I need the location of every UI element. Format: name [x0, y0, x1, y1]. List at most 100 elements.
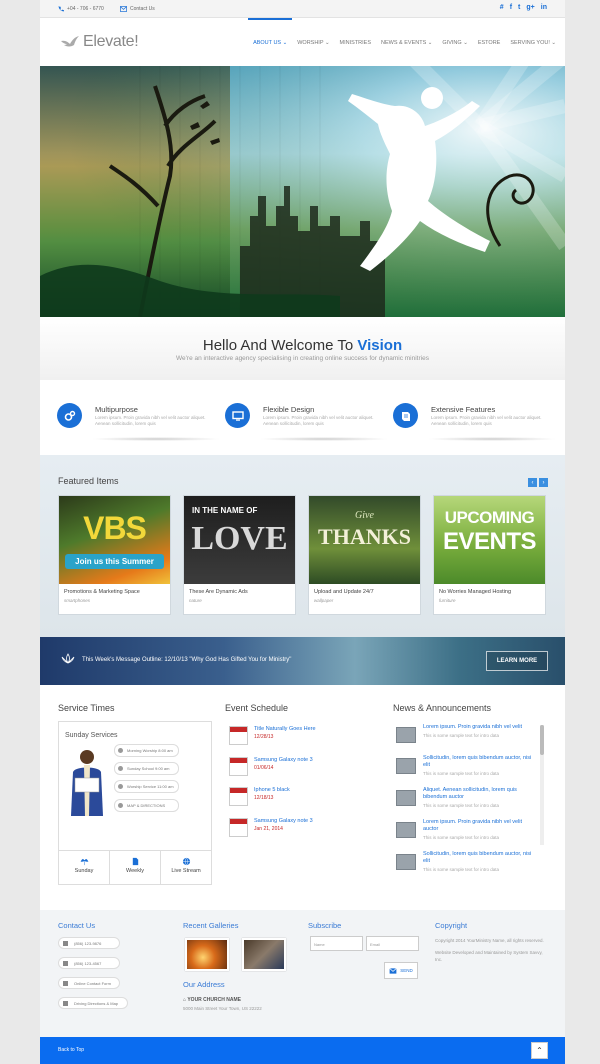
map-directions-button[interactable]: MAP & DIRECTIONS: [114, 799, 179, 812]
event-title: Iphone 5 black: [254, 787, 290, 793]
recent-galleries-heading: Recent Galleries: [183, 921, 239, 930]
nav-ministries-label: MINISTRIES: [339, 40, 372, 46]
featured-image-subtext: Give: [355, 510, 374, 521]
banner-text: This Week's Message Outline: 12/10/13 "W…: [82, 657, 292, 663]
name-field[interactable]: Name: [310, 936, 363, 951]
contact-form-label: Online Contact Form: [74, 980, 111, 986]
service-times-heading: Service Times: [58, 703, 115, 713]
google-plus-icon[interactable]: g+: [526, 4, 534, 11]
nav-estore[interactable]: ESTORE: [473, 40, 506, 52]
pastor-image: [71, 750, 103, 816]
phone-button[interactable]: (856) 123-9876: [58, 937, 120, 949]
worship-service-button[interactable]: Worship Service 11:00 am: [114, 780, 179, 793]
linkedin-icon[interactable]: in: [541, 4, 547, 11]
tab-sunday-label: Sunday: [74, 868, 94, 874]
phone-icon: [58, 6, 64, 12]
chevron-down-icon: ⌄: [427, 40, 433, 46]
tab-weekly[interactable]: Weekly: [110, 851, 161, 884]
nav-news-events[interactable]: NEWS & EVENTS ⌄: [376, 40, 437, 52]
feature-desc: Lorem ipsum. Proin gravida nibh vel veli…: [95, 415, 206, 426]
featured-card[interactable]: VBS Join us this Summer Promotions & Mar…: [58, 495, 171, 615]
featured-image-events: UPCOMING EVENTS: [434, 496, 545, 584]
featured-card[interactable]: Give THANKS Upload and Update 24/7 wallp…: [308, 495, 421, 615]
phone-button-label: (856) 123-9876: [74, 940, 102, 946]
chevron-up-icon: ⌃: [536, 1046, 543, 1055]
featured-title: These Are Dynamic Ads: [189, 589, 248, 595]
gallery-thumbnail[interactable]: [185, 938, 229, 971]
tab-live-stream[interactable]: Live Stream: [161, 851, 211, 884]
footer: Contact Us (856) 123-9876 (856) 123-4567…: [40, 910, 565, 1037]
event-item[interactable]: Samsung Galaxy note 3 Jan 21, 2014: [229, 818, 349, 840]
nav-worship[interactable]: WORSHIP ⌄: [292, 40, 334, 52]
morning-worship-button[interactable]: Morning Worship 8:00 am: [114, 744, 179, 757]
featured-image-subtext: IN THE NAME OF: [192, 506, 258, 515]
chevron-right-icon[interactable]: ›: [539, 478, 548, 487]
directions-button[interactable]: Driving Directions & Map: [58, 997, 128, 1009]
gallery-thumbnail[interactable]: [242, 938, 286, 971]
news-list: Lorem ipsum. Proin gravida nibh vel veli…: [393, 722, 548, 885]
learn-more-button[interactable]: LEARN MORE: [486, 651, 548, 671]
feature-shadow: [91, 437, 221, 441]
hashtag-icon[interactable]: #: [500, 4, 504, 11]
news-item[interactable]: Aliquet. Aenean sollicitudin, lorem quis…: [393, 787, 543, 817]
news-thumbnail: [396, 854, 416, 870]
news-item[interactable]: Lorem ipsum. Proin gravida nibh vel veli…: [393, 819, 543, 849]
cogs-icon: [57, 403, 82, 428]
event-date: Jan 21, 2014: [254, 826, 283, 832]
chevron-left-icon[interactable]: ‹: [528, 478, 537, 487]
twitter-icon[interactable]: t: [518, 4, 520, 11]
scrollbar-thumb[interactable]: [540, 725, 544, 755]
send-button[interactable]: SEND: [384, 962, 418, 979]
event-item[interactable]: Samsung Galaxy note 3 01/06/14: [229, 757, 349, 779]
featured-title: Promotions & Marketing Space: [64, 589, 140, 595]
event-item[interactable]: Title Naturally Goes Here 12/28/13: [229, 726, 349, 748]
copyright-text: Copyright 2014 YourMinistry Name, all ri…: [435, 937, 550, 963]
event-date: 01/06/14: [254, 765, 274, 771]
featured-items-section: Featured Items ‹ › VBS Join us this Summ…: [40, 455, 565, 637]
document-icon: [132, 857, 138, 866]
featured-image-text: EVENTS: [442, 528, 537, 555]
tab-sunday[interactable]: Sunday: [59, 851, 110, 884]
scroll-top-button[interactable]: ⌃: [531, 1042, 548, 1059]
contact-form-button[interactable]: Online Contact Form: [58, 977, 120, 989]
phone-icon: [63, 941, 68, 946]
feature-desc: Lorem ipsum. Proin gravida nibh vel veli…: [263, 415, 374, 426]
hero-slider[interactable]: [40, 66, 565, 317]
phone-number: +04 - 706 - 6770: [67, 6, 104, 12]
feature-title: Flexible Design: [263, 405, 315, 414]
logo[interactable]: Elevate!: [60, 33, 139, 51]
book-icon: [393, 403, 418, 428]
nav-ministries[interactable]: MINISTRIES: [335, 40, 376, 52]
tab-weekly-label: Weekly: [126, 868, 144, 874]
feature-shadow: [427, 437, 557, 441]
nav-giving[interactable]: GIVING ⌄: [437, 40, 472, 52]
church-address: 5000 Main Street Your Town, US 22222: [183, 1006, 262, 1011]
featured-category: nature: [189, 598, 202, 603]
news-title: Sollicitudin, lorem quis bibendum auctor…: [423, 755, 532, 768]
dove-icon: [61, 36, 79, 47]
email-field[interactable]: Email: [366, 936, 419, 951]
facebook-icon[interactable]: f: [510, 4, 512, 11]
event-title: Title Naturally Goes Here: [254, 726, 316, 732]
news-scrollbar[interactable]: [540, 725, 544, 845]
calendar-icon: [229, 726, 248, 745]
sunday-school-button[interactable]: Sunday School 9:00 am: [114, 762, 179, 775]
nav-about-us[interactable]: ABOUT US ⌄: [248, 18, 293, 52]
service-tabs: Sunday Weekly Live Stream: [59, 850, 211, 884]
event-item[interactable]: Iphone 5 black 12/18/13: [229, 787, 349, 809]
nav-worship-label: WORSHIP: [297, 40, 324, 46]
logo-text: Elevate!: [83, 33, 139, 50]
fax-button[interactable]: (856) 123-4567: [58, 957, 120, 969]
contact-link[interactable]: Contact Us: [120, 6, 155, 12]
news-item[interactable]: Sollicitudin, lorem quis bibendum auctor…: [393, 755, 543, 785]
back-to-top-link[interactable]: Back to Top: [58, 1047, 84, 1053]
nav-estore-label: ESTORE: [477, 40, 501, 46]
event-title: Samsung Galaxy note 3: [254, 757, 313, 763]
news-item[interactable]: Sollicitudin, lorem quis bibendum auctor…: [393, 851, 543, 881]
news-title: Aliquet. Aenean sollicitudin, lorem quis…: [423, 787, 517, 800]
featured-card[interactable]: IN THE NAME OF LOVE These Are Dynamic Ad…: [183, 495, 296, 615]
featured-card[interactable]: UPCOMING EVENTS No Worries Managed Hosti…: [433, 495, 546, 615]
nav-serving-you[interactable]: SERVING YOU! ⌄: [505, 40, 561, 52]
featured-image-text: THANKS: [318, 524, 411, 549]
news-item[interactable]: Lorem ipsum. Proin gravida nibh vel veli…: [393, 724, 543, 754]
